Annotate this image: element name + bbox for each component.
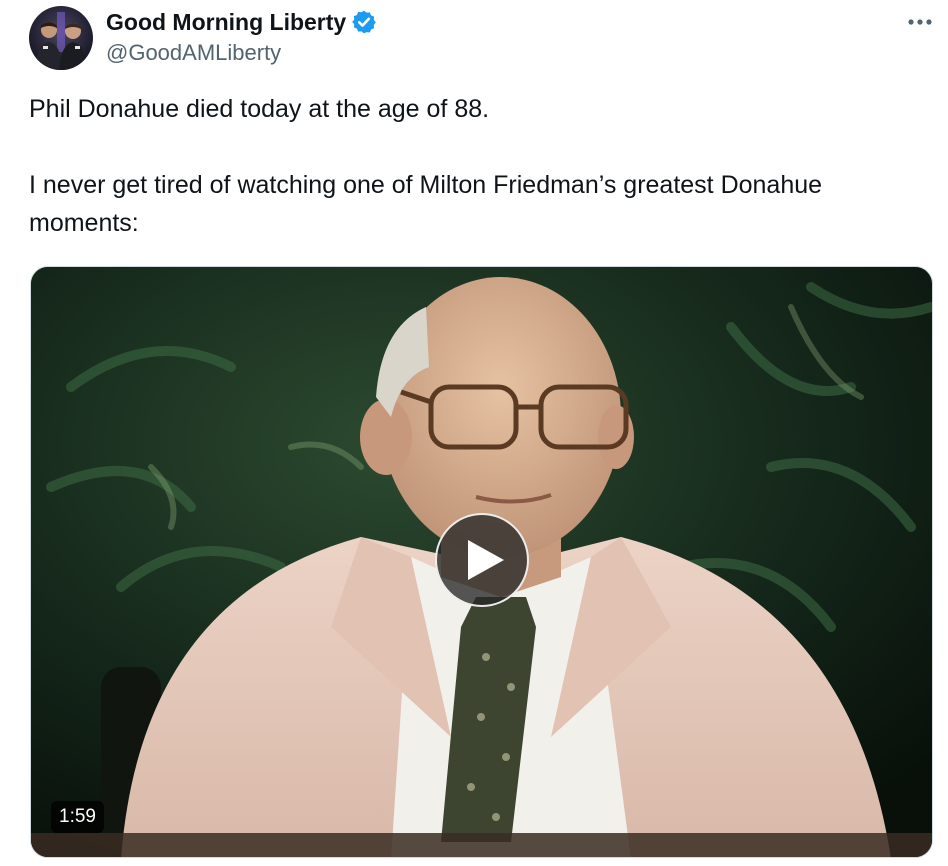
video-player[interactable]: 1:59	[30, 266, 933, 858]
tweet-paragraph: I never get tired of watching one of Mil…	[29, 171, 823, 237]
avatar[interactable]	[29, 6, 93, 70]
more-options-button[interactable]	[904, 8, 936, 36]
play-icon	[468, 540, 504, 580]
display-name[interactable]: Good Morning Liberty	[106, 9, 346, 36]
play-button[interactable]	[435, 513, 529, 607]
display-name-row: Good Morning Liberty	[106, 6, 377, 38]
avatar-image	[29, 6, 93, 70]
video-duration-badge: 1:59	[51, 801, 104, 833]
more-options-icon	[908, 19, 932, 25]
author-info: Good Morning Liberty @GoodAMLiberty	[106, 6, 377, 66]
verified-badge-icon[interactable]	[351, 9, 377, 35]
tweet-paragraph: Phil Donahue died today at the age of 88…	[29, 95, 490, 123]
tweet-text: Phil Donahue died today at the age of 88…	[29, 90, 929, 242]
author-handle[interactable]: @GoodAMLiberty	[106, 40, 377, 66]
